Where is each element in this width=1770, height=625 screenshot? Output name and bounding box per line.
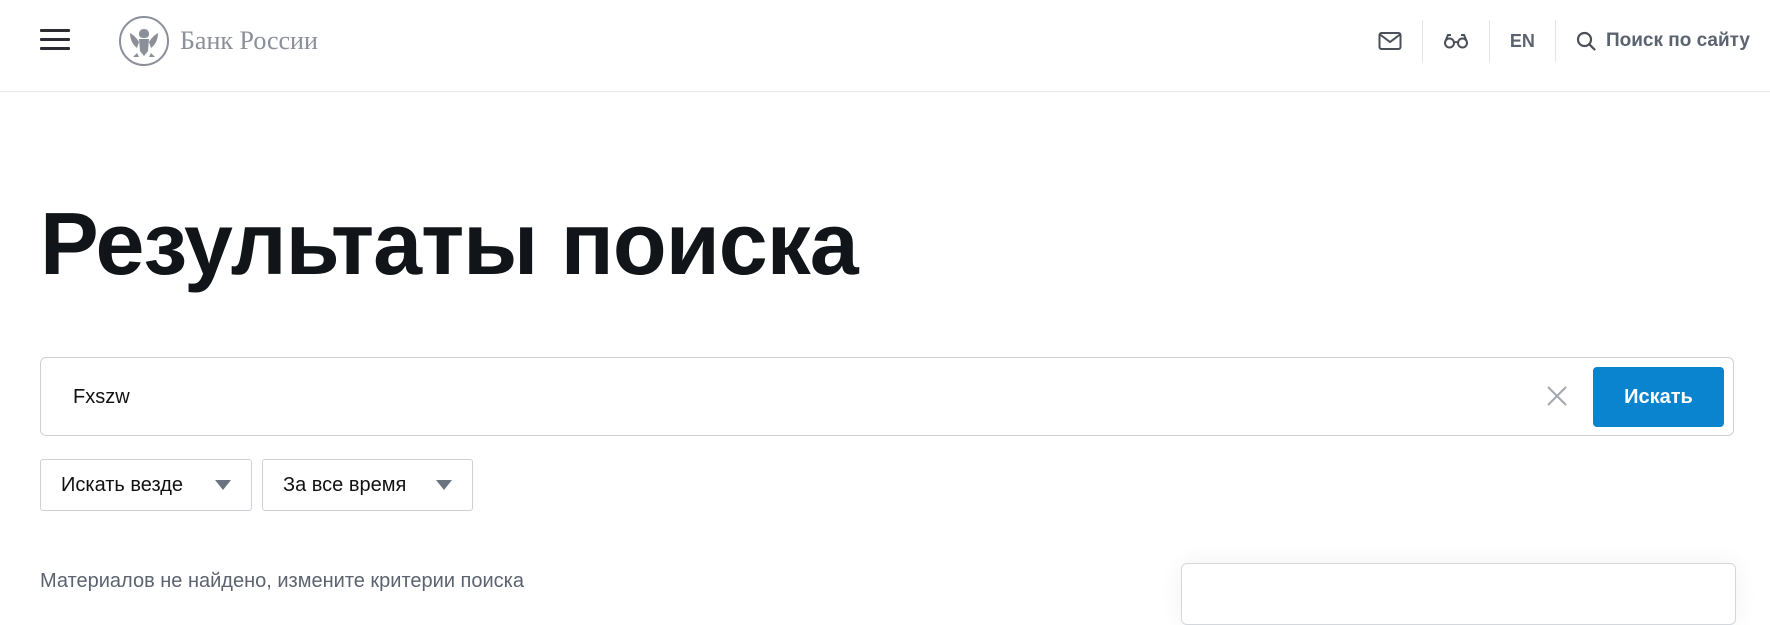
glasses-icon xyxy=(1443,34,1468,49)
site-search-label: Поиск по сайту xyxy=(1605,30,1750,51)
menu-button[interactable] xyxy=(38,27,72,53)
language-switch[interactable]: EN xyxy=(1490,0,1555,82)
scope-select-value: Искать везде xyxy=(61,473,183,496)
no-results-message: Материалов не найдено, измените критерии… xyxy=(40,570,524,592)
accessibility-button[interactable] xyxy=(1423,0,1489,82)
hamburger-icon xyxy=(40,29,70,32)
side-panel xyxy=(1181,563,1736,625)
mail-icon xyxy=(1378,32,1402,50)
eagle-emblem-icon xyxy=(119,16,169,66)
header-actions: EN Поиск по сайту xyxy=(1358,0,1752,82)
site-header: Банк России EN Поиск по сайту xyxy=(0,0,1770,92)
logo[interactable]: Банк России xyxy=(118,15,318,67)
caret-down-icon xyxy=(436,480,452,490)
close-icon xyxy=(1547,386,1567,406)
search-form: Искать xyxy=(40,357,1734,436)
page-title: Результаты поиска xyxy=(40,194,859,293)
mail-button[interactable] xyxy=(1358,0,1422,82)
clear-search-button[interactable] xyxy=(1543,382,1571,410)
scope-select[interactable]: Искать везде xyxy=(40,459,252,511)
period-select[interactable]: За все время xyxy=(262,459,473,511)
caret-down-icon xyxy=(215,480,231,490)
site-search-button[interactable]: Поиск по сайту xyxy=(1556,0,1752,82)
period-select-value: За все время xyxy=(283,473,407,496)
language-label: EN xyxy=(1509,30,1535,51)
search-icon xyxy=(1576,31,1596,51)
logo-text: Банк России xyxy=(180,26,318,55)
search-input[interactable] xyxy=(71,376,1475,418)
search-submit-button[interactable]: Искать xyxy=(1593,367,1724,427)
